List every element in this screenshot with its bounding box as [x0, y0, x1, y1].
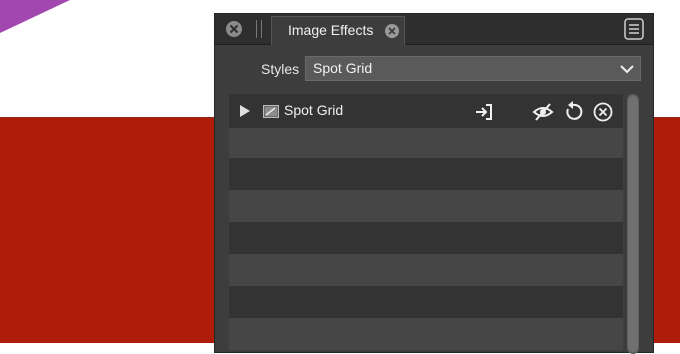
effect-row-spot-grid[interactable]: Spot Grid	[229, 95, 623, 128]
list-row	[229, 254, 623, 286]
expand-triangle-icon[interactable]	[240, 105, 250, 117]
visibility-off-icon[interactable]	[532, 101, 554, 123]
styles-label: Styles	[261, 61, 300, 77]
vertical-scrollbar[interactable]	[627, 94, 639, 354]
effect-name: Spot Grid	[284, 102, 344, 118]
list-row	[229, 286, 623, 318]
reset-icon[interactable]	[562, 101, 584, 123]
styles-selected-value: Spot Grid	[313, 60, 373, 76]
drag-grip-icon[interactable]	[256, 20, 262, 38]
chevron-down-icon	[620, 65, 634, 74]
list-row	[229, 126, 623, 158]
list-row	[229, 222, 623, 254]
effect-thumbnail-icon	[263, 105, 279, 118]
list-row	[229, 158, 623, 190]
purple-shape[interactable]	[0, 0, 80, 40]
tab-image-effects[interactable]: Image Effects	[271, 16, 405, 45]
panel-menu-icon[interactable]	[624, 18, 644, 40]
styles-dropdown[interactable]: Spot Grid	[305, 56, 641, 81]
apply-icon[interactable]	[473, 101, 495, 123]
effects-list	[229, 94, 623, 354]
list-row	[229, 318, 623, 350]
panel-tab-bar: Image Effects	[215, 14, 653, 45]
close-tab-icon[interactable]	[384, 23, 400, 39]
scrollbar-thumb[interactable]	[628, 96, 638, 352]
remove-icon[interactable]	[592, 101, 614, 123]
tab-title: Image Effects	[288, 22, 374, 38]
close-panel-icon[interactable]	[225, 20, 243, 38]
image-effects-panel: Image Effects Styles Spot Grid Spot Grid	[214, 13, 654, 354]
list-row	[229, 190, 623, 222]
